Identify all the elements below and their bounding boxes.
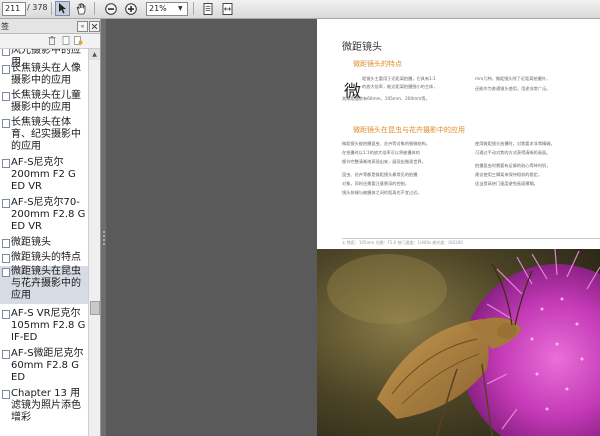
bookmark-label: 长焦镜头在儿童摄影中的应用 (11, 90, 81, 113)
paragraph-line: 拍摄昆虫时需要有足够的耐心等待时机， (475, 163, 551, 168)
bookmark-icon (2, 268, 10, 277)
bookmark-item[interactable]: 长焦镜头在体育、纪实摄影中的应用 (0, 117, 88, 153)
splitter-grip (103, 243, 105, 245)
options-icon (74, 36, 83, 45)
panel-splitter[interactable] (101, 19, 106, 436)
bookmark-label: 微距镜头在昆虫与花卉摄影中的应用 (11, 266, 81, 301)
bookmark-label: 微距镜头 (11, 237, 51, 248)
zoom-out-icon (104, 2, 117, 15)
caption-divider (342, 238, 600, 239)
bookmark-label: Chapter 13 用滤镜为照片添色增彩 (11, 388, 81, 423)
bookmark-list: 风光摄影中的应用 长焦镜头在人像摄影中的应用 长焦镜头在儿童摄影中的应用 长焦镜… (0, 49, 88, 436)
close-icon (91, 23, 98, 30)
paragraph-line: 昆虫、花卉等都是微距镜头最常见的拍摄 (342, 172, 418, 177)
new-bookmark-button[interactable] (61, 36, 70, 46)
fit-width-icon (222, 2, 233, 15)
photo-caption: ① 焦距：105mm 光圈：F5.6 快门速度：1/400s 感光度：ISO20… (342, 240, 463, 245)
bookmark-label: 微距镜头的特点 (11, 252, 81, 263)
bookmark-item[interactable]: 长焦镜头在儿童摄影中的应用 (0, 90, 88, 114)
trash-icon (48, 36, 55, 45)
bookmark-icon (2, 390, 10, 399)
paragraph-line: mm几种。微距镜头除了近距离拍摄外， (475, 76, 551, 81)
hand-tool-icon (76, 2, 86, 14)
bookmark-icon (2, 92, 10, 101)
paragraph-line: 在拍摄时以1:1的放大倍率可以将被摄体的 (342, 150, 420, 155)
bookmark-item[interactable]: 风光摄影中的应用 (0, 49, 88, 68)
bookmark-item[interactable]: 微距镜头的特点 (0, 252, 88, 264)
bookmark-label: 长焦镜头在人像摄影中的应用 (11, 63, 81, 86)
section-heading: 微距镜头在昆虫与花卉摄影中的应用 (353, 126, 465, 134)
bookmark-label: AF-S尼克尔70-200mm F2.8 G ED VR (11, 197, 86, 232)
paragraph-line: 还能作为普通镜头使用，用途非常广泛。 (475, 86, 551, 91)
bookmark-item[interactable]: Chapter 13 用滤镜为照片添色增彩 (0, 388, 88, 436)
bookmarks-scrollbar[interactable]: ▲ (88, 49, 100, 436)
page-number-input[interactable]: 211 (2, 2, 26, 16)
bookmark-item[interactable]: AF-S尼克尔70-200mm F2.8 G ED VR (0, 197, 88, 233)
bookmarks-toolbar (0, 34, 100, 49)
chevron-down-icon[interactable]: ▼ (178, 5, 183, 12)
paragraph-line: 其焦距通常有60mm、105mm、200mm等。 (342, 96, 430, 101)
bookmark-icon (2, 49, 10, 56)
scrollbar-thumb[interactable] (90, 301, 100, 315)
paragraph-line: 建议使用三脚架来保持相机的稳定， (475, 172, 543, 177)
paragraph-line: 的放大倍率，能近距离拍摄细小的主体， (362, 84, 438, 89)
bookmark-icon (2, 239, 10, 248)
bookmark-icon (2, 65, 10, 74)
bookmark-options-button[interactable] (74, 36, 83, 46)
splitter-grip (103, 231, 105, 233)
bookmark-label: AF-S微距尼克尔60mm F2.8 G ED (11, 348, 84, 383)
bookmark-icon (2, 350, 10, 359)
document-page: 微距镜头 微距镜头的特点 微 距镜头主要用于近距离拍摄，它具有1:1 的放大倍率… (317, 19, 600, 436)
zoom-in-button[interactable] (123, 1, 138, 16)
toolbar-divider (94, 2, 95, 15)
bookmark-label: 长焦镜头在体育、纪实摄影中的应用 (11, 117, 81, 152)
toolbar-divider (51, 2, 52, 15)
close-panel-button[interactable] (89, 21, 100, 32)
bookmark-item[interactable]: AF-S尼克尔200mm F2 G ED VR (0, 157, 88, 193)
butterfly-on-flower-photo (317, 249, 600, 436)
chapter-title: 微距镜头 (342, 42, 382, 53)
bookmark-item[interactable]: 长焦镜头在人像摄影中的应用 (0, 63, 88, 87)
paragraph-line: 镜头前端与被摄体之间的距离也不宜过近。 (342, 190, 422, 195)
bookmark-icon (2, 254, 10, 263)
fit-width-button[interactable] (220, 1, 235, 16)
collapse-panel-button[interactable]: « (77, 21, 88, 32)
toolbar: 211 / 378 21% ▼ (0, 0, 600, 19)
toolbar-divider (193, 2, 194, 15)
bookmark-label: AF-S尼克尔200mm F2 G ED VR (11, 157, 76, 192)
bookmark-item[interactable]: AF-S微距尼克尔60mm F2.8 G ED (0, 348, 88, 384)
page-total: / 378 (27, 3, 48, 12)
bookmarks-panel-title: 签 (1, 22, 9, 31)
splitter-grip (103, 239, 105, 241)
fit-page-button[interactable] (200, 1, 215, 16)
zoom-in-icon (124, 2, 137, 15)
paragraph-line: 微距镜头能拍摄昆虫、花卉等对象的细微结构， (342, 141, 430, 146)
paragraph-line: 适当提高快门速度避免画面模糊。 (475, 181, 538, 186)
fit-page-icon (203, 2, 212, 15)
hand-tool-button[interactable] (74, 1, 89, 16)
bookmark-icon (2, 159, 10, 168)
bookmarks-panel: 签 « 风光摄影中的应用 长焦镜头在人像摄影中的应用 长焦镜头在儿童摄影中的应用… (0, 19, 101, 436)
zoom-out-button[interactable] (103, 1, 118, 16)
splitter-grip (103, 235, 105, 237)
bookmarks-panel-header: 签 « (0, 19, 100, 34)
bookmark-item[interactable]: AF-S VR尼克尔105mm F2.8 G IF-ED (0, 308, 88, 344)
paragraph-line: 使用微距镜头拍摄时，对焦要求非常精确， (475, 141, 555, 146)
select-tool-button[interactable] (55, 1, 70, 16)
scroll-up-button[interactable]: ▲ (89, 49, 100, 60)
bookmark-item-selected[interactable]: 微距镜头在昆虫与花卉摄影中的应用 (0, 266, 88, 304)
new-document-icon (62, 36, 69, 45)
bookmark-icon (2, 199, 10, 208)
paragraph-line: 细节完整清晰地表现出来，展现出微观世界。 (342, 159, 426, 164)
section-heading: 微距镜头的特点 (353, 60, 402, 68)
paragraph-line: 可通过手动对焦的方式获得清晰的画面。 (475, 150, 551, 155)
delete-bookmark-button[interactable] (47, 36, 56, 46)
bookmark-icon (2, 310, 10, 319)
bookmark-item[interactable]: 微距镜头 (0, 237, 88, 249)
paragraph-line: 距镜头主要用于近距离拍摄，它具有1:1 (362, 76, 436, 81)
paragraph-line: 对象，同时还需要注意景深的控制， (342, 181, 410, 186)
bookmark-label: AF-S VR尼克尔105mm F2.8 G IF-ED (11, 308, 86, 343)
select-tool-icon (59, 3, 66, 14)
bookmark-icon (2, 119, 10, 128)
